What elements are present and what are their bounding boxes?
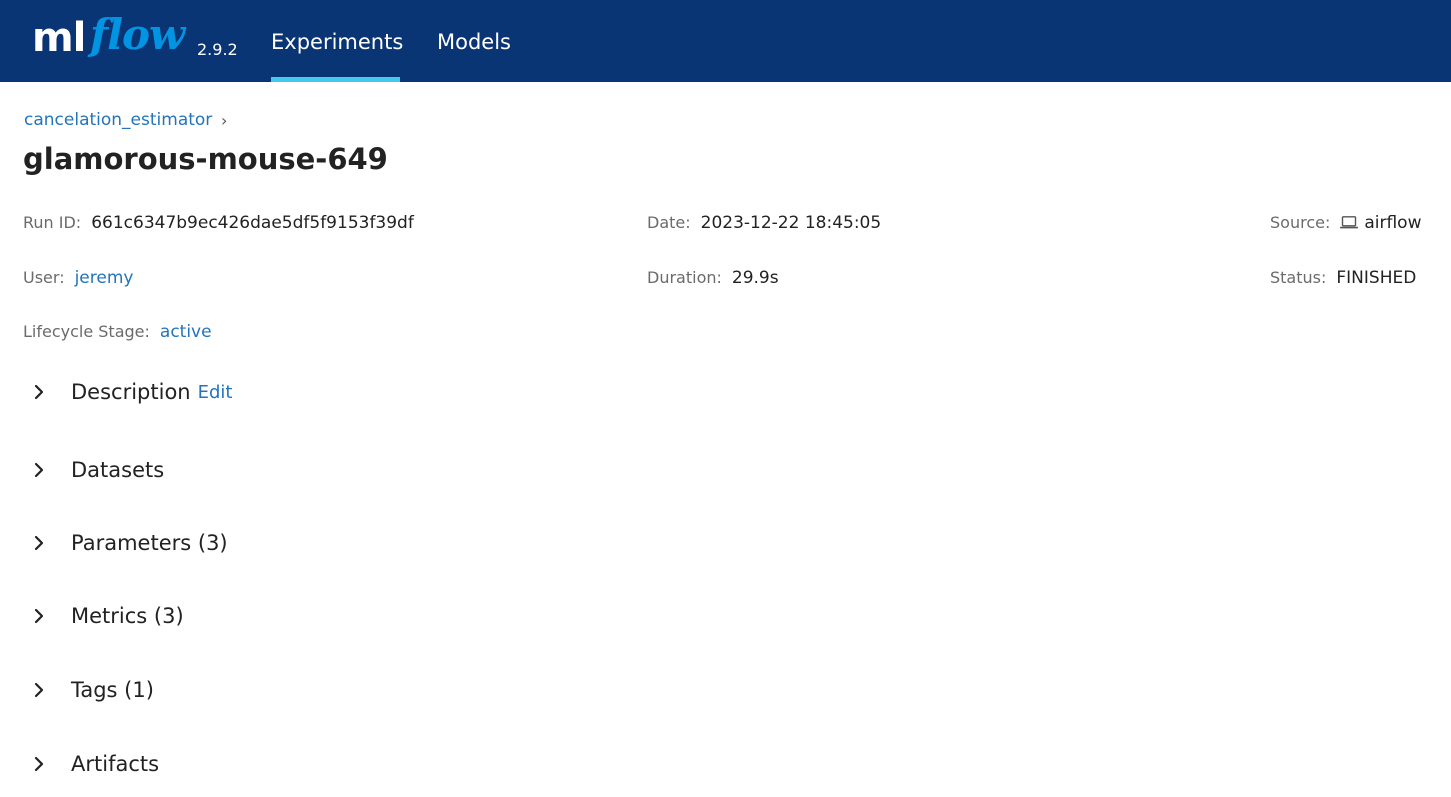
date-label: Date: — [647, 213, 691, 232]
page-title: glamorous-mouse-649 — [23, 142, 388, 176]
logo-flow-text: flow — [90, 10, 185, 59]
chevron-right-icon — [34, 682, 44, 698]
user-label: User: — [23, 268, 65, 287]
breadcrumb-chevron-icon: › — [221, 111, 228, 130]
logo-ml-text: ml — [32, 15, 86, 61]
status-label: Status: — [1270, 268, 1327, 287]
user-link[interactable]: jeremy — [75, 268, 134, 288]
chevron-right-icon — [34, 535, 44, 551]
chevron-right-icon — [34, 384, 44, 400]
section-description[interactable]: Description Edit — [30, 372, 232, 412]
lifecycle-label: Lifecycle Stage: — [23, 322, 150, 341]
tab-models[interactable]: Models — [437, 0, 511, 82]
section-metrics[interactable]: Metrics (3) — [30, 596, 184, 636]
status-field: Status: FINISHED — [1270, 268, 1416, 288]
duration-field: Duration: 29.9s — [647, 268, 779, 288]
section-parameters-label: Parameters (3) — [71, 531, 228, 555]
section-tags-label: Tags (1) — [71, 678, 154, 702]
lifecycle-field: Lifecycle Stage: active — [23, 322, 212, 342]
section-artifacts[interactable]: Artifacts — [30, 744, 159, 784]
run-id-field: Run ID: 661c6347b9ec426dae5df5f9153f39df — [23, 213, 414, 233]
description-edit-button[interactable]: Edit — [198, 382, 233, 403]
tab-experiments[interactable]: Experiments — [271, 0, 403, 82]
section-tags[interactable]: Tags (1) — [30, 670, 154, 710]
date-field: Date: 2023-12-22 18:45:05 — [647, 213, 881, 233]
source-field: Source: airflow — [1270, 213, 1422, 233]
duration-value: 29.9s — [731, 268, 779, 288]
section-datasets[interactable]: Datasets — [30, 450, 164, 490]
section-metrics-label: Metrics (3) — [71, 604, 184, 628]
section-datasets-label: Datasets — [71, 458, 165, 482]
chevron-right-icon — [34, 608, 44, 624]
top-navbar: ml flow 2.9.2 Experiments Models — [0, 0, 1451, 82]
lifecycle-value: active — [159, 322, 212, 342]
status-value: FINISHED — [1336, 268, 1417, 288]
section-description-label: Description — [71, 380, 191, 404]
version-label: 2.9.2 — [197, 40, 238, 59]
chevron-right-icon — [34, 756, 44, 772]
section-artifacts-label: Artifacts — [71, 752, 160, 776]
breadcrumb-experiment-link[interactable]: cancelation_estimator — [24, 110, 212, 130]
source-label: Source: — [1270, 213, 1331, 232]
source-value: airflow — [1364, 213, 1422, 233]
run-id-label: Run ID: — [23, 213, 82, 232]
section-parameters[interactable]: Parameters (3) — [30, 523, 228, 563]
laptop-icon — [1340, 216, 1359, 229]
user-field: User: jeremy — [23, 268, 133, 288]
run-id-value: 661c6347b9ec426dae5df5f9153f39df — [91, 213, 414, 233]
duration-label: Duration: — [647, 268, 722, 287]
date-value: 2023-12-22 18:45:05 — [700, 213, 882, 233]
chevron-right-icon — [34, 462, 44, 478]
